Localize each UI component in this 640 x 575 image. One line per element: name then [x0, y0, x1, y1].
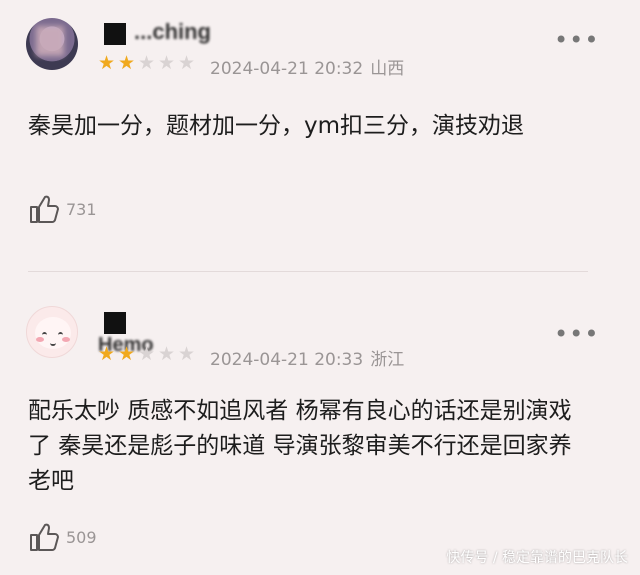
- review-card: ...ching ★ ★ ★ ★ ★ 2024-04-21 20:32 山西 ••• 秦昊…: [0, 0, 640, 270]
- star-filled-icon: ★: [97, 52, 115, 74]
- thumbs-up-icon: [30, 523, 59, 551]
- star-empty-icon: ★: [177, 343, 195, 365]
- star-filled-icon: ★: [117, 52, 135, 74]
- like-button[interactable]: 509: [28, 522, 128, 552]
- star-empty-icon: ★: [157, 343, 175, 365]
- username[interactable]: Hemo: [98, 312, 284, 356]
- review-meta: 2024-04-21 20:32 山西: [210, 54, 404, 79]
- review-date: 2024-04-21 20:33: [210, 350, 364, 370]
- review-meta: 2024-04-21 20:33 浙江: [210, 345, 404, 370]
- star-rating: ★ ★ ★ ★ ★: [96, 343, 196, 365]
- star-empty-icon: ★: [137, 52, 155, 74]
- review-divider: [28, 271, 588, 272]
- review-date: 2024-04-21 20:32: [210, 59, 364, 79]
- review-text: 秦昊加一分，题材加一分，ym扣三分，演技劝退: [28, 113, 525, 139]
- thumbs-up-icon: [30, 195, 59, 223]
- star-rating: ★ ★ ★ ★ ★: [96, 52, 196, 74]
- like-button[interactable]: 731: [28, 194, 128, 224]
- more-dots-icon[interactable]: •••: [554, 26, 599, 54]
- like-count: 731: [66, 200, 97, 219]
- user-avatar[interactable]: [26, 306, 78, 358]
- star-filled-icon: ★: [97, 343, 115, 365]
- star-filled-icon: ★: [117, 343, 135, 365]
- review-location: 浙江: [370, 350, 405, 370]
- more-dots-icon[interactable]: •••: [554, 320, 599, 348]
- username-text: ...ching: [134, 19, 211, 44]
- review-text: 配乐太吵 质感不如追风者 杨幂有良心的话还是别演戏了 秦昊还是彪子的味道 导演张…: [28, 398, 572, 494]
- star-empty-icon: ★: [157, 52, 175, 74]
- review-card: Hemo ★ ★ ★ ★ ★ 2024-04-21 20:33 浙江 ••• 配乐太吵 质…: [0, 290, 640, 575]
- review-location: 山西: [370, 59, 405, 79]
- star-empty-icon: ★: [177, 52, 195, 74]
- watermark: 快传号 / 稳定靠谱的巴克队长: [446, 550, 628, 566]
- user-avatar[interactable]: [26, 18, 78, 70]
- like-count: 509: [66, 528, 97, 547]
- star-empty-icon: ★: [137, 343, 155, 365]
- username[interactable]: ...ching: [104, 19, 284, 45]
